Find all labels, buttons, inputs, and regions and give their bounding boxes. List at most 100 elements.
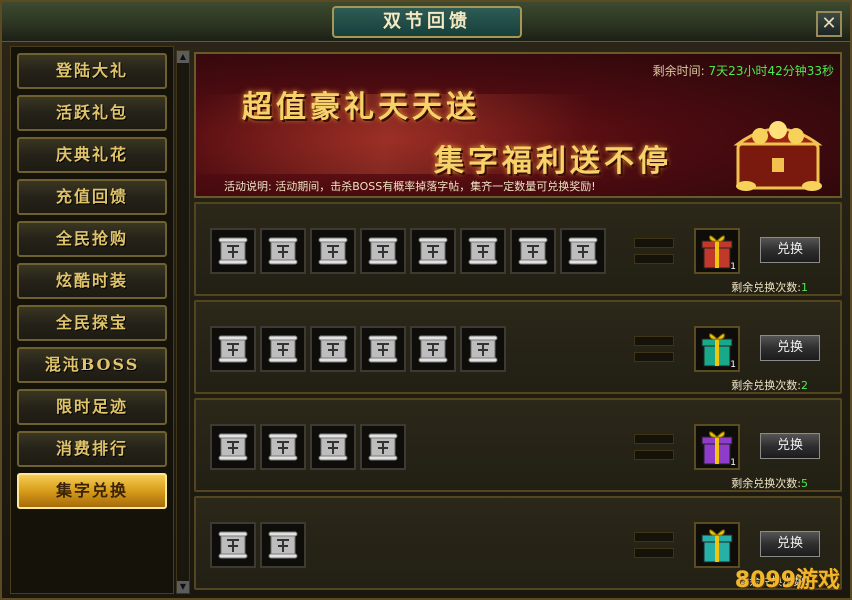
timer-value: 7天23小时42分钟33秒: [708, 64, 834, 78]
dash-divider: [634, 450, 674, 460]
remaining-exchanges: 剩余兑换次数:1: [731, 279, 808, 295]
scroll-icon: [268, 531, 298, 559]
item-slot[interactable]: [260, 326, 306, 372]
item-slot[interactable]: [210, 522, 256, 568]
dash-divider: [634, 434, 674, 444]
item-slot[interactable]: [310, 326, 356, 372]
exchange-button[interactable]: 兑换: [760, 531, 820, 557]
item-slot[interactable]: [460, 228, 506, 274]
sidebar-item-fireworks[interactable]: 庆典礼花: [17, 137, 167, 173]
item-slot[interactable]: [460, 326, 506, 372]
exchange-button[interactable]: 兑换: [760, 335, 820, 361]
scroll-down-arrow-icon[interactable]: ▼: [177, 581, 189, 593]
reward-slot[interactable]: 1: [694, 228, 740, 274]
exchange-button[interactable]: 兑换: [760, 237, 820, 263]
window-title: 双节回馈: [332, 6, 522, 38]
reward-slot[interactable]: 1: [694, 326, 740, 372]
scroll-icon: [368, 237, 398, 265]
scroll-icon: [318, 237, 348, 265]
desc-label: 活动说明:: [224, 180, 272, 193]
reward-count: 1: [730, 262, 736, 272]
item-slot[interactable]: [210, 228, 256, 274]
item-slot[interactable]: [560, 228, 606, 274]
scroll-icon: [268, 237, 298, 265]
remaining-label: 剩余兑换次数:: [731, 477, 801, 490]
item-slot[interactable]: [410, 228, 456, 274]
countdown-timer: 剩余时间: 7天23小时42分钟33秒: [653, 62, 834, 79]
dash-divider: [634, 336, 674, 346]
reward-slot[interactable]: [694, 522, 740, 568]
scroll-icon: [568, 237, 598, 265]
sidebar-item-login-gift[interactable]: 登陆大礼: [17, 53, 167, 89]
scroll-icon: [218, 335, 248, 363]
item-slot[interactable]: [210, 326, 256, 372]
timer-label: 剩余时间:: [652, 64, 705, 78]
banner-slogan-2: 集字福利送不停: [434, 144, 672, 179]
item-slot[interactable]: [260, 424, 306, 470]
item-slot[interactable]: [260, 522, 306, 568]
remaining-label: 剩余兑换次数:: [731, 379, 801, 392]
item-slot[interactable]: [510, 228, 556, 274]
activity-sidebar: 登陆大礼 活跃礼包 庆典礼花 充值回馈 全民抢购 炫酷时装 全民探宝 混沌BOS…: [10, 46, 174, 594]
scroll-icon: [418, 335, 448, 363]
exchange-row: 1 兑换剩余兑换次数:2: [194, 300, 842, 394]
scroll-icon: [418, 237, 448, 265]
remaining-value: 1: [801, 281, 808, 294]
remaining-exchanges: 剩余兑换次数:2: [731, 377, 808, 393]
sidebar-item-active-pack[interactable]: 活跃礼包: [17, 95, 167, 131]
reward-slot[interactable]: 1: [694, 424, 740, 470]
dash-divider: [634, 352, 674, 362]
item-slot[interactable]: [310, 424, 356, 470]
event-banner: 超值豪礼天天送 集字福利送不停 剩余时间: 7天23小时42分钟33秒 活动说明…: [194, 52, 842, 198]
scroll-icon: [218, 531, 248, 559]
event-description: 活动说明: 活动期间，击杀BOSS有概率掉落字帖，集齐一定数量可兑换奖励!: [224, 178, 596, 194]
dash-divider: [634, 532, 674, 542]
dash-divider: [634, 254, 674, 264]
dash-divider: [634, 548, 674, 558]
scroll-icon: [468, 335, 498, 363]
scroll-up-arrow-icon[interactable]: ▲: [177, 51, 189, 63]
item-slot[interactable]: [260, 228, 306, 274]
banner-slogan-1: 超值豪礼天天送: [242, 90, 480, 125]
desc-text: 活动期间，击杀BOSS有概率掉落字帖，集齐一定数量可兑换奖励!: [275, 180, 596, 193]
exchange-window: 双节回馈 ✕ 登陆大礼 活跃礼包 庆典礼花 充值回馈 全民抢购 炫酷时装 全民探…: [0, 0, 852, 600]
sidebar-item-footprint[interactable]: 限时足迹: [17, 389, 167, 425]
sidebar-item-recharge[interactable]: 充值回馈: [17, 179, 167, 215]
scroll-icon: [518, 237, 548, 265]
scroll-icon: [218, 433, 248, 461]
remaining-label: 剩余兑换次数:: [731, 281, 801, 294]
title-bar: 双节回馈 ✕: [2, 2, 850, 42]
scroll-icon: [368, 335, 398, 363]
scroll-icon: [268, 433, 298, 461]
scroll-icon: [318, 433, 348, 461]
item-slot[interactable]: [310, 228, 356, 274]
dash-divider: [634, 238, 674, 248]
exchange-button[interactable]: 兑换: [760, 433, 820, 459]
watermark-logo: 8099游戏: [734, 568, 840, 593]
remaining-value: 5: [801, 477, 808, 490]
remaining-value: 2: [801, 379, 808, 392]
scroll-icon: [218, 237, 248, 265]
sidebar-item-word-exchange[interactable]: 集字兑换: [17, 473, 167, 509]
item-slot[interactable]: [410, 326, 456, 372]
gift-box-icon: [701, 529, 733, 563]
exchange-row: 1 兑换剩余兑换次数:5: [194, 398, 842, 492]
scroll-icon: [468, 237, 498, 265]
treasure-chest-icon: [733, 121, 823, 191]
sidebar-item-flash-sale[interactable]: 全民抢购: [17, 221, 167, 257]
scroll-icon: [318, 335, 348, 363]
sidebar-item-fashion[interactable]: 炫酷时装: [17, 263, 167, 299]
item-slot[interactable]: [360, 326, 406, 372]
scroll-icon: [268, 335, 298, 363]
remaining-exchanges: 剩余兑换次数:5: [731, 475, 808, 491]
item-slot[interactable]: [210, 424, 256, 470]
close-button[interactable]: ✕: [816, 11, 842, 37]
sidebar-item-spending-rank[interactable]: 消费排行: [17, 431, 167, 467]
sidebar-item-treasure[interactable]: 全民探宝: [17, 305, 167, 341]
scroll-icon: [368, 433, 398, 461]
reward-count: 1: [730, 458, 736, 468]
scrollbar[interactable]: ▲ ▼: [176, 50, 190, 594]
sidebar-item-chaos-boss[interactable]: 混沌BOSS: [17, 347, 167, 383]
item-slot[interactable]: [360, 228, 406, 274]
item-slot[interactable]: [360, 424, 406, 470]
